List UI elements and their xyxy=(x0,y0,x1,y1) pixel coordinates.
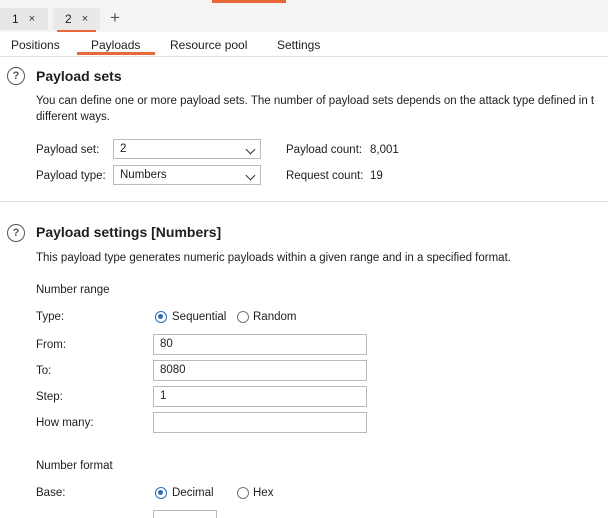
payload-sets-description: You can define one or more payload sets.… xyxy=(36,95,595,107)
tab-positions[interactable]: Positions xyxy=(11,38,60,52)
decimal-label[interactable]: Decimal xyxy=(172,487,214,499)
help-icon[interactable]: ? xyxy=(7,224,25,242)
decimal-radio[interactable] xyxy=(155,487,167,499)
close-icon[interactable]: × xyxy=(82,13,88,25)
from-input[interactable]: 80 xyxy=(153,334,367,355)
payload-type-label: Payload type: xyxy=(36,170,106,182)
tab-resource-pool[interactable]: Resource pool xyxy=(170,38,247,52)
sequential-label[interactable]: Sequential xyxy=(172,311,226,323)
number-format-heading: Number format xyxy=(36,460,113,472)
random-label[interactable]: Random xyxy=(253,311,296,323)
chevron-down-icon xyxy=(245,170,256,181)
add-tab-icon[interactable]: + xyxy=(110,9,120,27)
hex-label[interactable]: Hex xyxy=(253,487,273,499)
sequential-radio[interactable] xyxy=(155,311,167,323)
from-value: 80 xyxy=(160,338,173,350)
payload-count-label: Payload count: xyxy=(286,144,363,156)
how-many-input[interactable] xyxy=(153,412,367,433)
active-indicator-line xyxy=(212,0,286,3)
payload-type-value: Numbers xyxy=(120,169,167,181)
how-many-label: How many: xyxy=(36,417,94,429)
hex-radio[interactable] xyxy=(237,487,249,499)
type-label: Type: xyxy=(36,311,65,323)
to-input[interactable]: 8080 xyxy=(153,360,367,381)
payload-set-select[interactable]: 2 xyxy=(113,139,261,159)
payload-sets-title: Payload sets xyxy=(36,68,122,84)
payload-sets-description-cont: different ways. xyxy=(36,111,110,123)
to-label: To: xyxy=(36,365,52,377)
number-range-heading: Number range xyxy=(36,284,110,296)
min-integer-digits-input[interactable] xyxy=(153,510,217,518)
section-divider xyxy=(0,201,608,202)
payload-set-label: Payload set: xyxy=(36,144,100,156)
request-tab-2[interactable]: 2 × xyxy=(53,8,100,32)
step-label: Step: xyxy=(36,391,63,403)
payload-count-value: 8,001 xyxy=(370,144,399,156)
tab-payloads[interactable]: Payloads xyxy=(91,38,140,52)
from-label: From: xyxy=(36,339,67,351)
active-subtab-underline xyxy=(77,52,155,55)
payload-settings-title: Payload settings [Numbers] xyxy=(36,224,222,240)
random-radio[interactable] xyxy=(237,311,249,323)
step-value: 1 xyxy=(160,390,167,402)
request-count-label: Request count: xyxy=(286,170,364,182)
payload-set-value: 2 xyxy=(120,143,127,155)
step-input[interactable]: 1 xyxy=(153,386,367,407)
request-tab-label: 1 xyxy=(12,12,19,26)
help-icon[interactable]: ? xyxy=(7,67,25,85)
chevron-down-icon xyxy=(245,144,256,155)
base-label: Base: xyxy=(36,487,66,499)
request-tab-label: 2 xyxy=(65,12,72,26)
request-count-value: 19 xyxy=(370,170,383,182)
to-value: 8080 xyxy=(160,364,186,376)
close-icon[interactable]: × xyxy=(29,13,35,25)
request-tab-1[interactable]: 1 × xyxy=(0,8,48,30)
tab-settings[interactable]: Settings xyxy=(277,38,320,52)
payload-type-select[interactable]: Numbers xyxy=(113,165,261,185)
payload-settings-description: This payload type generates numeric payl… xyxy=(36,252,511,264)
